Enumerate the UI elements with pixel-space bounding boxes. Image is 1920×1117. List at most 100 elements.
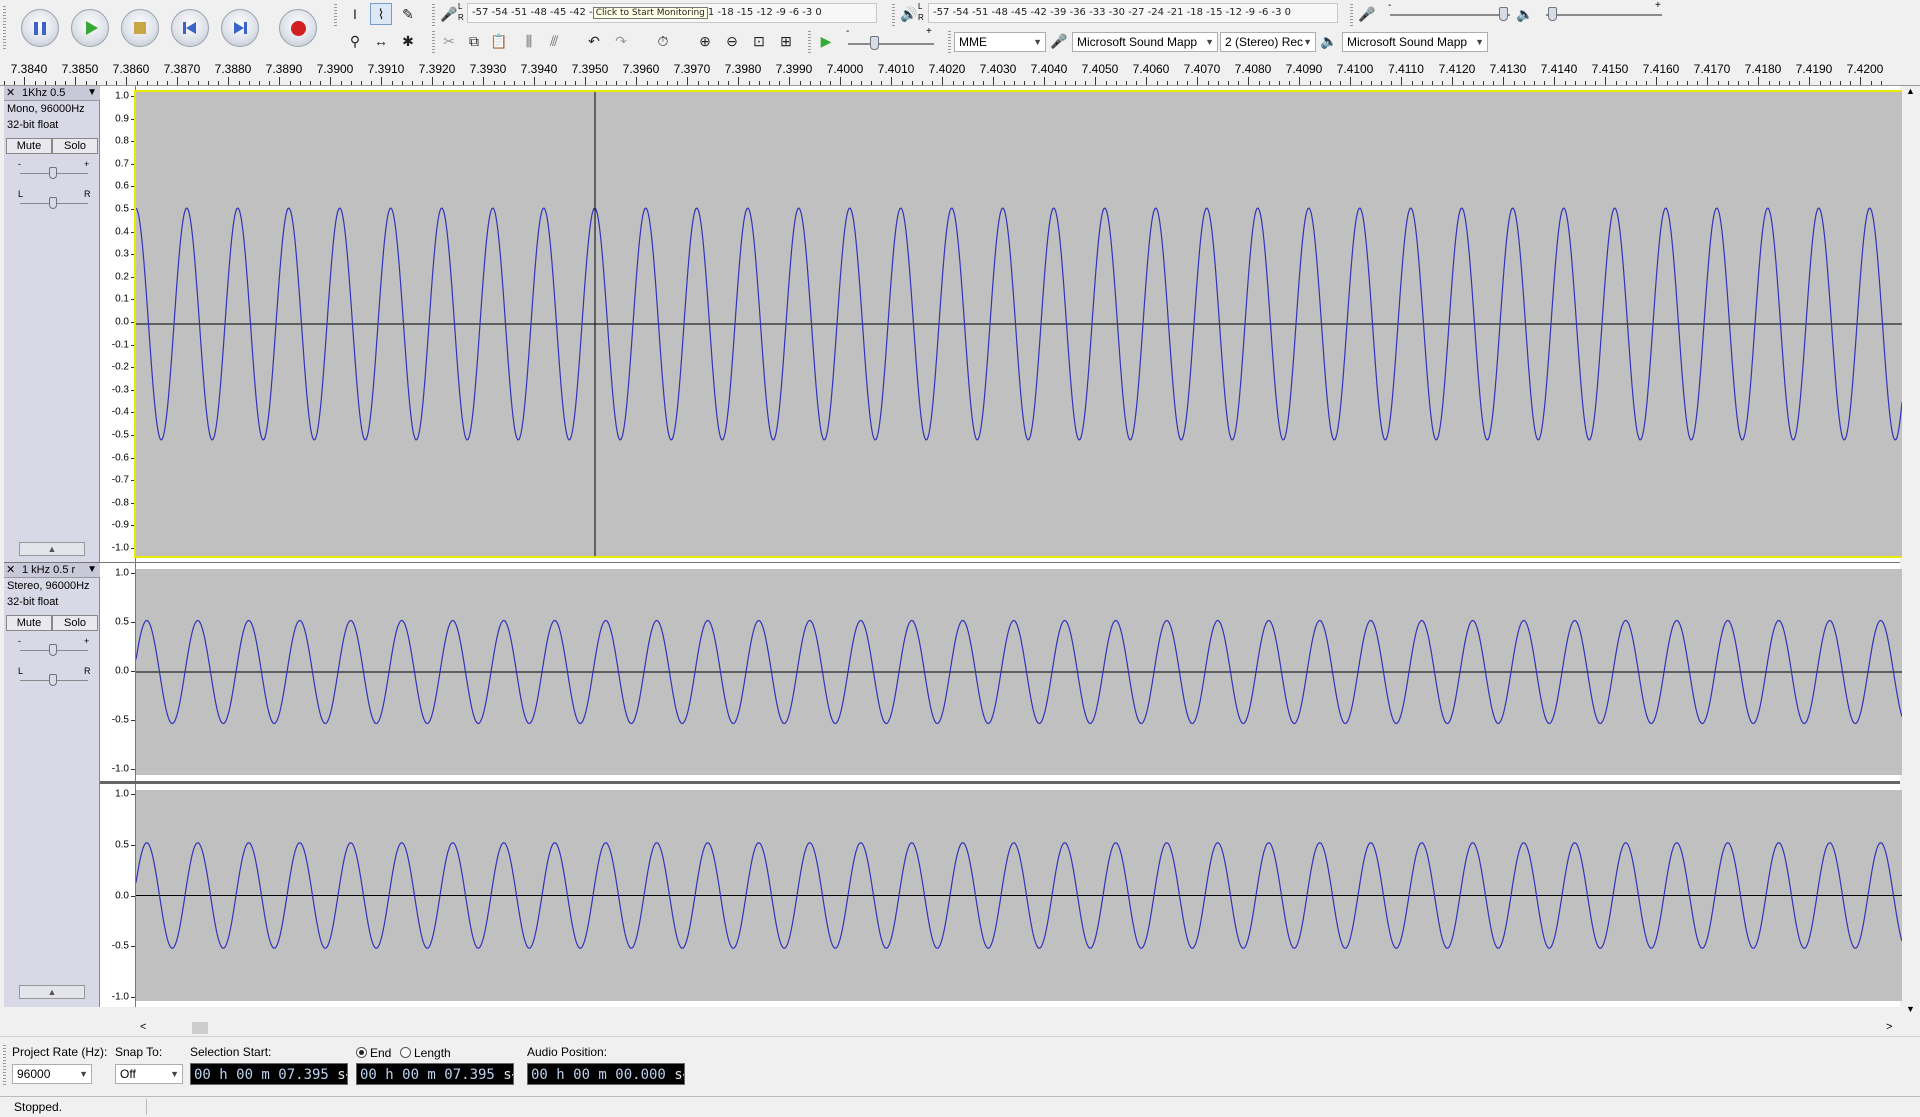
end-radio[interactable]	[356, 1047, 367, 1058]
track-name[interactable]: 1Khz 0.5	[22, 86, 65, 100]
skip-to-start-icon	[183, 22, 197, 34]
skip-to-start-button[interactable]	[171, 9, 209, 47]
record-button[interactable]	[279, 9, 317, 47]
timeline-ruler[interactable]: 7.3840 7.3850 7.3860 7.3870 7.3880 7.3890 7.39…	[0, 56, 1920, 86]
silence-icon[interactable]: ⫻	[543, 30, 565, 52]
audio-track-mono[interactable]: ✕ 1Khz 0.5 ▼ Mono, 96000Hz 32-bit float …	[4, 86, 1904, 562]
toolbar-grip[interactable]	[432, 31, 435, 53]
track-name[interactable]: 1 kHz 0.5 r	[22, 563, 75, 577]
time-shift-tool-icon[interactable]: ↔	[370, 30, 392, 52]
chevron-down-icon[interactable]: ▼	[346, 1072, 347, 1082]
audio-host-select[interactable]: MME ▼	[954, 32, 1046, 52]
snap-to-select[interactable]: Off ▼	[115, 1064, 183, 1084]
envelope-tool-icon[interactable]: ⌇	[370, 3, 392, 25]
selection-start-field[interactable]: 00 h 00 m 07.395 s▼	[190, 1063, 348, 1085]
cut-icon[interactable]: ✂	[438, 30, 460, 52]
toolbar-grip[interactable]	[334, 4, 337, 26]
toolbar-grip[interactable]	[892, 4, 895, 26]
monitoring-tooltip[interactable]: Click to Start Monitoring	[592, 7, 708, 19]
fit-project-icon[interactable]: ⊞	[775, 30, 797, 52]
scroll-right-icon[interactable]: >	[1886, 1021, 1892, 1033]
waveform-mono[interactable]	[134, 90, 1904, 558]
scroll-down-icon[interactable]: ▼	[1906, 1004, 1915, 1014]
scroll-left-icon[interactable]: <	[140, 1021, 146, 1033]
collapse-track-button[interactable]: ▲	[19, 985, 85, 999]
playback-device-select[interactable]: Microsoft Sound Mapp ▼	[1342, 32, 1488, 52]
audio-track-stereo[interactable]: ✕ 1 kHz 0.5 r ▼ Stereo, 96000Hz 32-bit f…	[4, 562, 1902, 1007]
track-name-bar[interactable]: ✕ 1Khz 0.5 ▼	[4, 86, 100, 101]
waveform-left-channel[interactable]	[136, 569, 1902, 775]
pan-slider-thumb[interactable]	[49, 674, 57, 686]
recording-volume-slider[interactable]	[1390, 14, 1510, 16]
selection-tool-icon[interactable]: I	[344, 3, 366, 25]
recording-channels-select[interactable]: 2 (Stereo) Rec ▼	[1220, 32, 1316, 52]
zoom-in-icon[interactable]: ⊕	[694, 30, 716, 52]
copy-icon[interactable]: ⧉	[463, 30, 485, 52]
mute-button[interactable]: Mute	[6, 138, 52, 154]
horizontal-scrollbar[interactable]: < >	[130, 1020, 1900, 1036]
collapse-track-button[interactable]: ▲	[19, 542, 85, 556]
chevron-down-icon[interactable]: ▼	[683, 1072, 684, 1082]
sync-lock-icon[interactable]: ⏱	[652, 30, 674, 52]
playback-meter[interactable]: -57 -54 -51 -48 -45 -42 -39 -36 -33 -30 …	[928, 3, 1338, 23]
solo-button[interactable]: Solo	[52, 138, 98, 154]
zoom-out-icon[interactable]: ⊖	[721, 30, 743, 52]
project-rate-select[interactable]: 96000 ▼	[12, 1064, 92, 1084]
undo-icon[interactable]: ↶	[583, 30, 605, 52]
close-track-icon[interactable]: ✕	[6, 563, 15, 577]
multi-tool-icon[interactable]: ✱	[397, 30, 419, 52]
vertical-amplitude-scale[interactable]: 1.0 0.9 0.8 0.7 0.6 0.5 0.4 0.3 0.2 0.1 0.0 -0.1 -0.…	[100, 86, 136, 562]
close-track-icon[interactable]: ✕	[6, 86, 15, 100]
gain-slider-thumb[interactable]	[49, 167, 57, 179]
skip-to-end-button[interactable]	[221, 9, 259, 47]
toolbar-grip[interactable]	[1350, 4, 1353, 26]
toolbar-grip[interactable]	[808, 31, 811, 53]
recording-volume-thumb[interactable]	[1499, 7, 1508, 21]
length-radio[interactable]	[400, 1047, 411, 1058]
toolbar-grip[interactable]	[3, 6, 6, 50]
vertical-amplitude-scale-right[interactable]: 1.0 0.5 0.0 -0.5 -1.0	[100, 784, 136, 1007]
track-menu-icon[interactable]: ▼	[87, 86, 97, 100]
toolbar-grip[interactable]	[948, 31, 951, 53]
play-speed-thumb[interactable]	[870, 36, 879, 50]
scroll-up-icon[interactable]: ▲	[1906, 86, 1915, 96]
paste-icon[interactable]: 📋	[488, 30, 510, 52]
play-speed-slider[interactable]	[848, 43, 934, 45]
selection-end-field[interactable]: 00 h 00 m 07.395 s▼	[356, 1063, 514, 1085]
track-control-panel[interactable]: ✕ 1 kHz 0.5 r ▼ Stereo, 96000Hz 32-bit f…	[4, 563, 100, 1007]
audio-position-field[interactable]: 00 h 00 m 00.000 s▼	[527, 1063, 685, 1085]
mute-button[interactable]: Mute	[6, 615, 52, 631]
fit-selection-icon[interactable]: ⊡	[748, 30, 770, 52]
play-button[interactable]	[71, 9, 109, 47]
redo-icon[interactable]: ↷	[610, 30, 632, 52]
chevron-down-icon[interactable]: ▼	[512, 1072, 513, 1082]
gain-slider-thumb[interactable]	[49, 644, 57, 656]
track-control-panel[interactable]: ✕ 1Khz 0.5 ▼ Mono, 96000Hz 32-bit float …	[4, 86, 100, 562]
play-at-speed-icon[interactable]: ▶	[815, 30, 837, 52]
record-meter[interactable]: -57 -54 -51 -48 -45 -42 - Click to Start …	[467, 3, 877, 23]
record-meter-icon[interactable]: 🎤	[438, 3, 460, 25]
trim-icon[interactable]: ⫼	[518, 30, 540, 52]
pan-slider-thumb[interactable]	[49, 197, 57, 209]
solo-button[interactable]: Solo	[52, 615, 98, 631]
channel-divider[interactable]	[100, 781, 1900, 784]
playback-meter-icon[interactable]: 🔊	[898, 3, 920, 25]
scroll-thumb[interactable]	[192, 1022, 208, 1034]
recording-device-select[interactable]: Microsoft Sound Mapp ▼	[1072, 32, 1218, 52]
playback-volume-thumb[interactable]	[1548, 7, 1557, 21]
pause-button[interactable]	[21, 9, 59, 47]
ruler-tick	[728, 81, 730, 85]
waveform-right-channel[interactable]	[136, 790, 1902, 1001]
draw-tool-icon[interactable]: ✎	[397, 3, 419, 25]
ruler-tick	[1085, 81, 1087, 85]
vertical-amplitude-scale-left[interactable]: 1.0 0.5 0.0 -0.5 -1.0	[100, 563, 136, 781]
toolbar-grip[interactable]	[3, 1045, 6, 1085]
track-menu-icon[interactable]: ▼	[87, 563, 97, 577]
toolbar-grip[interactable]	[432, 4, 435, 26]
track-name-bar[interactable]: ✕ 1 kHz 0.5 r ▼	[4, 563, 100, 578]
playback-volume-slider[interactable]	[1546, 14, 1662, 16]
zoom-tool-icon[interactable]: ⚲	[344, 30, 366, 52]
ruler-tick	[1493, 81, 1495, 85]
vertical-scrollbar[interactable]: ▲ ▼	[1902, 86, 1920, 1020]
stop-button[interactable]	[121, 9, 159, 47]
